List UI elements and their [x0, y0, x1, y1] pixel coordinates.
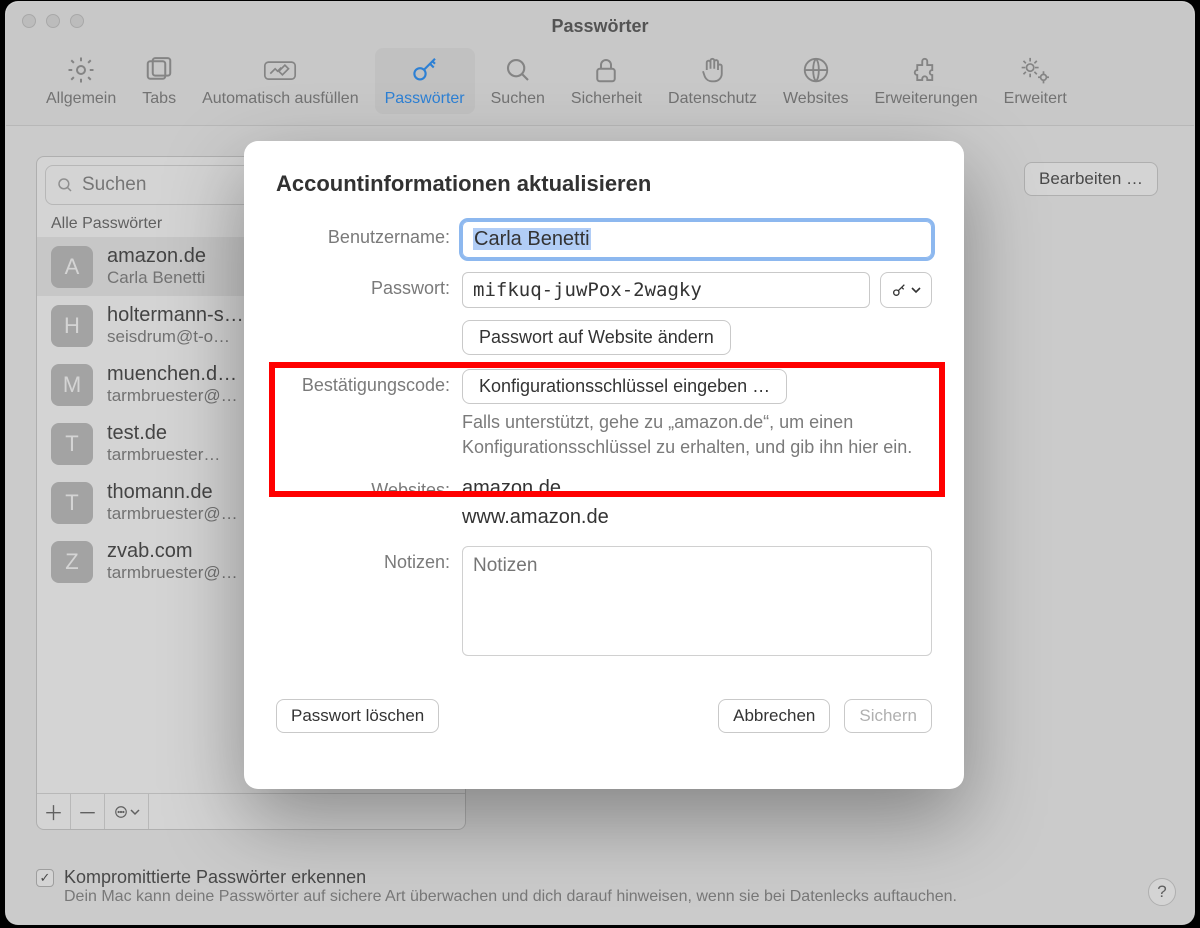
key-icon [891, 282, 907, 298]
notes-label: Notizen: [276, 546, 450, 573]
notes-textarea[interactable] [462, 546, 932, 656]
website-entry: www.amazon.de [462, 503, 932, 532]
website-entry: amazon.de [462, 474, 932, 503]
delete-password-button[interactable]: Passwort löschen [276, 699, 439, 733]
modal-footer: Passwort löschen Abbrechen Sichern [276, 699, 932, 733]
cancel-button[interactable]: Abbrechen [718, 699, 830, 733]
websites-label: Websites: [276, 474, 450, 501]
edit-account-modal: Accountinformationen aktualisieren Benut… [244, 141, 964, 789]
save-button[interactable]: Sichern [844, 699, 932, 733]
verification-code-label: Bestätigungscode: [276, 369, 450, 396]
chevron-down-icon [911, 285, 921, 295]
password-menu-button[interactable] [880, 272, 932, 308]
websites-list: amazon.de www.amazon.de [462, 474, 932, 532]
username-input[interactable]: Carla Benetti [462, 221, 932, 258]
username-label: Benutzername: [276, 221, 450, 248]
change-on-website-button[interactable]: Passwort auf Website ändern [462, 320, 731, 355]
password-input[interactable]: mifkuq-juwPox-2wagky [462, 272, 870, 308]
enter-setup-key-button[interactable]: Konfigurationsschlüssel eingeben … [462, 369, 787, 404]
verification-code-hint: Falls unterstützt, gehe zu „amazon.de“, … [462, 410, 932, 460]
modal-title: Accountinformationen aktualisieren [276, 171, 932, 197]
password-label: Passwort: [276, 272, 450, 299]
preferences-window: Passwörter Allgemein Tabs Automatisch au… [6, 2, 1194, 924]
